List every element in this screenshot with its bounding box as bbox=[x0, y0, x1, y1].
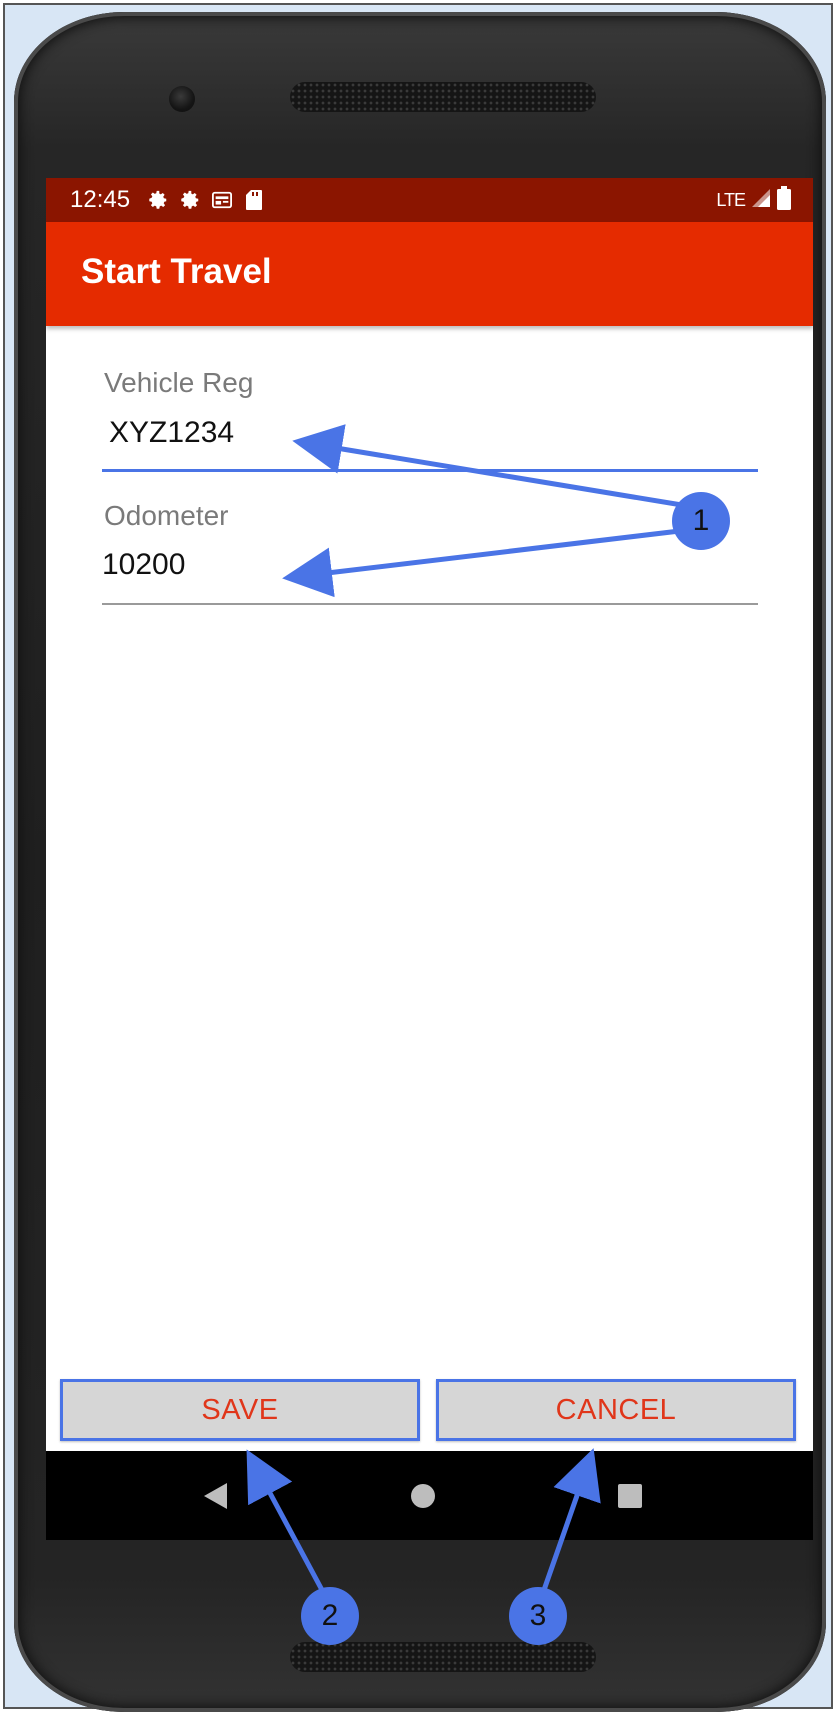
annotation-badge: 2 bbox=[301, 1587, 359, 1645]
vehicle-reg-underline bbox=[102, 469, 758, 472]
battery-icon bbox=[777, 185, 791, 215]
cancel-button[interactable]: CANCEL bbox=[436, 1379, 796, 1441]
sd-card-icon bbox=[242, 188, 266, 212]
save-button[interactable]: SAVE bbox=[60, 1379, 420, 1441]
system-nav-bar bbox=[46, 1451, 813, 1540]
vehicle-reg-value: XYZ1234 bbox=[109, 416, 235, 449]
news-icon bbox=[210, 188, 234, 212]
phone-screen: 12:45 LTE Start Travel Vehicle Reg XYZ12… bbox=[46, 178, 813, 1540]
odometer-value: 10200 bbox=[102, 548, 186, 581]
home-circle-icon[interactable] bbox=[393, 1451, 453, 1540]
recents-square-icon[interactable] bbox=[600, 1451, 660, 1540]
odometer-input[interactable]: 10200 bbox=[102, 536, 758, 596]
status-bar: 12:45 LTE bbox=[46, 178, 813, 222]
vehicle-reg-label: Vehicle Reg bbox=[104, 367, 254, 398]
button-bar: SAVE CANCEL bbox=[46, 1371, 813, 1451]
page-title: Start Travel bbox=[81, 252, 272, 291]
signal-icon bbox=[751, 188, 771, 213]
odometer-underline bbox=[102, 603, 758, 605]
gear-icon bbox=[178, 188, 202, 212]
app-bar: Start Travel bbox=[46, 222, 813, 326]
status-time: 12:45 bbox=[70, 186, 131, 213]
gear-icon bbox=[146, 188, 170, 212]
annotation-badge: 1 bbox=[672, 492, 730, 550]
top-speaker-grille bbox=[290, 82, 596, 112]
vehicle-reg-input[interactable]: XYZ1234 bbox=[102, 404, 758, 454]
annotation-badge: 3 bbox=[509, 1587, 567, 1645]
odometer-label: Odometer bbox=[104, 500, 229, 531]
bottom-speaker-grille bbox=[290, 1642, 596, 1672]
network-type-label: LTE bbox=[716, 189, 746, 210]
front-camera bbox=[169, 86, 195, 112]
back-triangle-icon[interactable] bbox=[185, 1451, 245, 1540]
